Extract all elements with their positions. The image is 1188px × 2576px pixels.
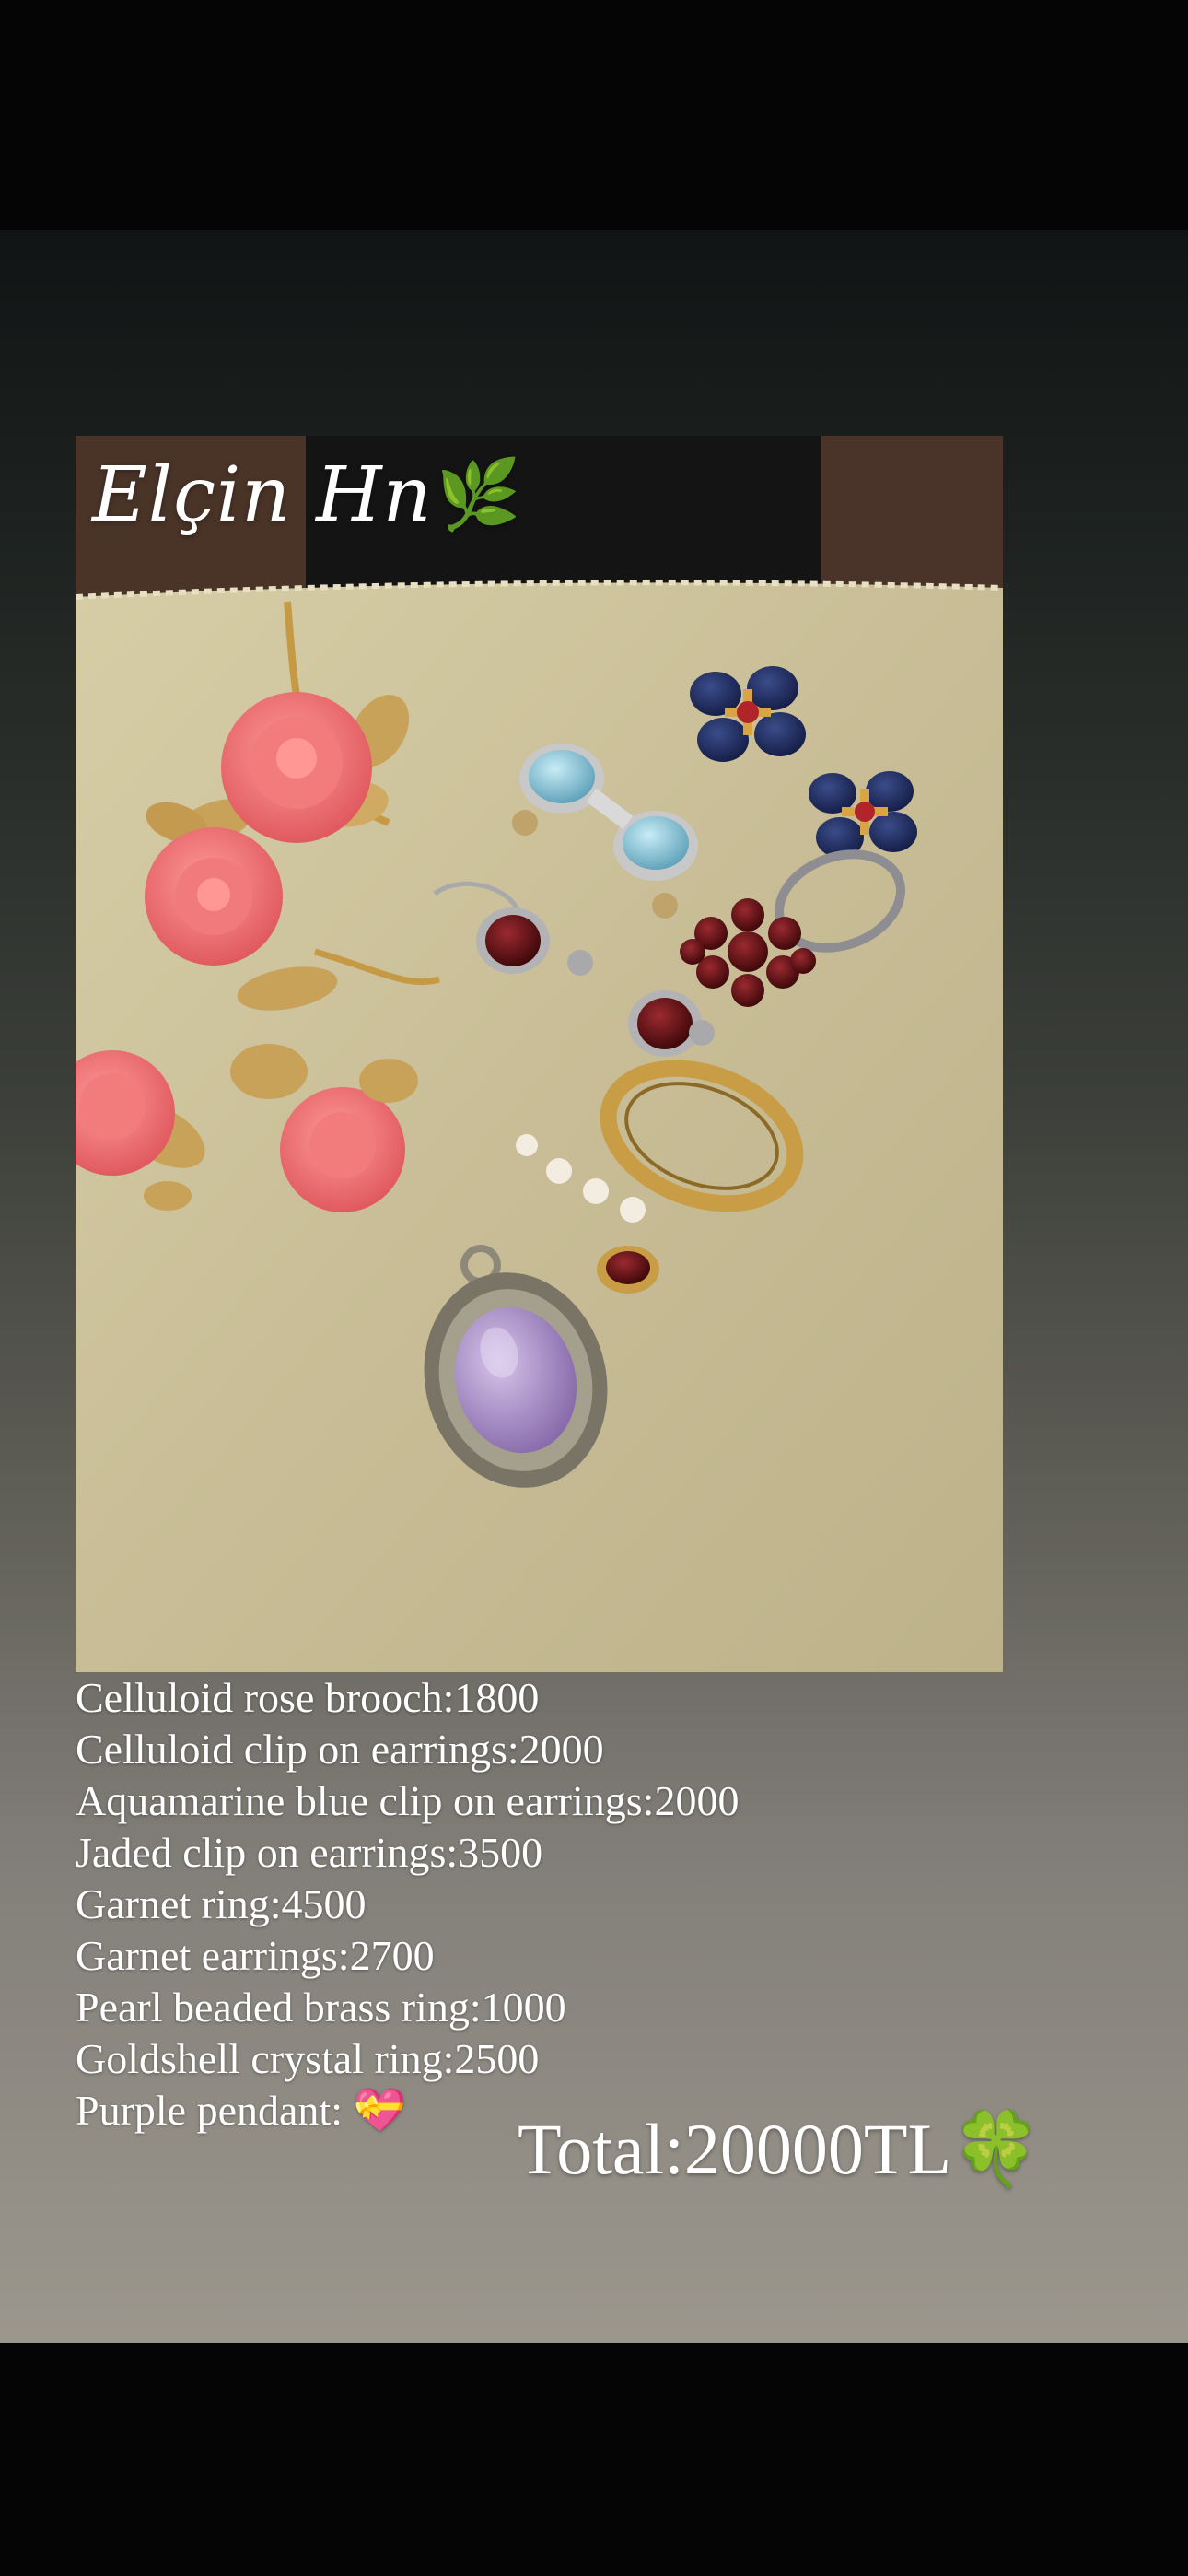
list-item: Goldshell crystal ring:2500 <box>76 2035 540 2082</box>
jewelry-photo <box>76 436 1003 1672</box>
silk-cloth <box>76 582 1003 1672</box>
list-item: Celluloid rose brooch:1800 <box>76 1674 540 1721</box>
top-letterbox <box>0 0 1188 230</box>
list-item: Pearl beaded brass ring:1000 <box>76 1984 566 2031</box>
bottom-letterbox <box>0 2343 1188 2576</box>
list-item: Aquamarine blue clip on earrings:2000 <box>76 1777 740 1824</box>
price-list: Celluloid rose brooch:1800 Celluloid cli… <box>76 1672 904 2137</box>
list-item: Garnet ring:4500 <box>76 1880 367 1927</box>
watermark-name: Elçin Hn <box>92 451 433 539</box>
watermark-signature: Elçin Hn 🌿 <box>92 451 522 539</box>
herb-emoji-icon: 🌿 <box>436 455 522 534</box>
list-item: Celluloid clip on earrings:2000 <box>76 1726 604 1773</box>
list-item: Jaded clip on earrings:3500 <box>76 1829 543 1876</box>
list-item: Garnet earrings:2700 <box>76 1932 435 1979</box>
total-price: Total:20000TL🍀 <box>518 2109 1042 2189</box>
goldshell-crystal-ring <box>597 1246 659 1294</box>
